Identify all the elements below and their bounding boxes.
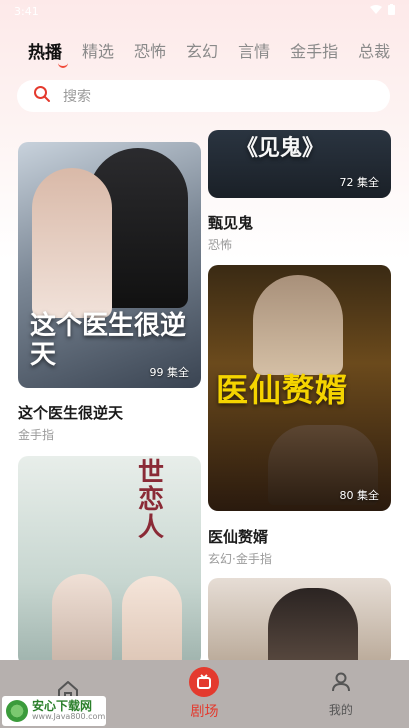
tab-fantasy[interactable]: 玄幻: [186, 38, 218, 62]
drama-genre: 金手指: [18, 428, 55, 442]
search-bar[interactable]: 搜索: [17, 80, 390, 112]
episode-count: 80 集全: [339, 489, 380, 502]
nav-profile[interactable]: 我的: [273, 660, 409, 728]
poster-title: 《见鬼》: [236, 136, 325, 161]
status-bar: 3:41: [0, 0, 409, 22]
drama-card-poster[interactable]: 医仙赘婿 80 集全: [208, 265, 391, 511]
nav-profile-label: 我的: [328, 703, 353, 717]
episode-count: 99 集全: [149, 366, 190, 379]
category-tabs: 热播 精选 恐怖 玄幻 言情 金手指 总裁: [0, 32, 409, 68]
poster-figure: [52, 574, 112, 664]
poster-title: 医仙赘婿: [216, 371, 349, 409]
drama-genre: 玄幻·金手指: [208, 552, 272, 566]
drama-title[interactable]: 甄见鬼: [208, 212, 253, 233]
drama-title[interactable]: 医仙赘婿: [208, 526, 268, 547]
drama-title[interactable]: 这个医生很逆天: [18, 402, 123, 423]
theater-icon: [189, 667, 220, 697]
tab-horror[interactable]: 恐怖: [134, 38, 166, 62]
search-icon: [33, 85, 51, 107]
poster-figure: [268, 588, 358, 666]
drama-card-poster[interactable]: [208, 578, 391, 666]
search-placeholder: 搜索: [63, 89, 91, 105]
tab-golden-finger[interactable]: 金手指: [290, 38, 338, 62]
watermark-url: www.Java800.com: [32, 712, 106, 722]
drama-card-poster[interactable]: 《见鬼》 72 集全: [208, 130, 391, 198]
tab-hot[interactable]: 热播: [28, 38, 68, 68]
wifi-icon: [370, 4, 382, 18]
tab-featured[interactable]: 精选: [82, 38, 114, 62]
watermark: 安心下载网 www.Java800.com: [2, 696, 106, 726]
drama-genre: 恐怖: [208, 238, 233, 252]
tab-romance[interactable]: 言情: [238, 38, 270, 62]
profile-icon: [329, 670, 353, 697]
battery-icon: [388, 4, 395, 18]
drama-card-poster[interactable]: 世恋人: [18, 456, 201, 666]
clock: 3:41: [14, 4, 39, 18]
poster-title: 这个医生很逆天: [30, 311, 187, 370]
episode-count: 72 集全: [339, 176, 380, 189]
watermark-logo-icon: [6, 700, 28, 722]
poster-figure: [32, 168, 112, 318]
poster-figure: [253, 275, 343, 375]
nav-theater[interactable]: 剧场: [136, 660, 272, 728]
poster-title: 世恋人: [138, 458, 165, 543]
drama-card-poster[interactable]: 这个医生很逆天 99 集全: [18, 142, 201, 388]
nav-theater-label: 剧场: [190, 704, 219, 720]
poster-figure: [122, 576, 182, 666]
tab-ceo[interactable]: 总裁: [358, 38, 390, 62]
